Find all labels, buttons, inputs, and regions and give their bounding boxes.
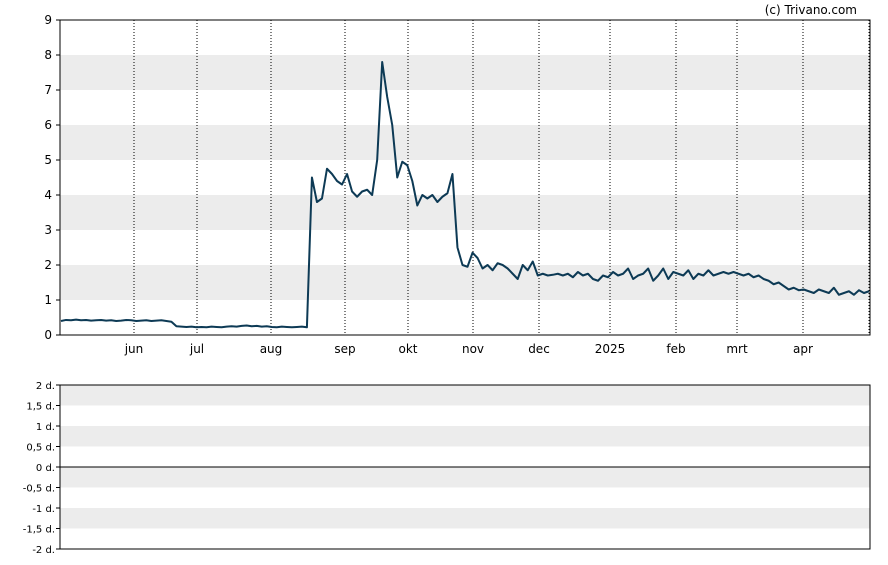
x-tick-label: dec bbox=[528, 342, 550, 356]
y-tick-label: 9 bbox=[44, 13, 52, 27]
chart-root: (c) Trivano.com jun jul aug sep okt nov dec 2025… bbox=[0, 0, 888, 565]
y-tick-label: 2 d. bbox=[36, 381, 55, 392]
y-tick-label: -1,5 d. bbox=[23, 525, 55, 536]
y-tick-label: 3 bbox=[44, 223, 52, 237]
grid-band bbox=[60, 426, 870, 447]
x-tick-label: okt bbox=[399, 342, 418, 356]
y-tick-label: 1 d. bbox=[36, 422, 55, 433]
x-tick-label: mrt bbox=[726, 342, 748, 356]
y-tick-label: 0 d. bbox=[36, 463, 55, 474]
y-tick-label: 0 bbox=[44, 328, 52, 342]
price-chart: (c) Trivano.com jun jul aug sep okt nov dec 2025… bbox=[23, 3, 871, 556]
grid-band bbox=[60, 55, 870, 90]
x-tick-label: apr bbox=[793, 342, 813, 356]
y-tick-label: -2 d. bbox=[32, 545, 55, 556]
grid-band bbox=[60, 265, 870, 300]
y-tick-label: 6 bbox=[44, 118, 52, 132]
grid-band bbox=[60, 125, 870, 160]
y-tick-label: 1 bbox=[44, 293, 52, 307]
x-tick-label: feb bbox=[666, 342, 685, 356]
y-tick-label: 0,5 d. bbox=[26, 443, 55, 454]
x-tick-label: aug bbox=[260, 342, 283, 356]
y-tick-label: 1,5 d. bbox=[26, 402, 55, 413]
x-tick-label: 2025 bbox=[595, 342, 626, 356]
x-tick-label: jul bbox=[189, 342, 204, 356]
y-tick-label: 4 bbox=[44, 188, 52, 202]
x-tick-label: nov bbox=[462, 342, 484, 356]
y-tick-label: -1 d. bbox=[32, 504, 55, 515]
y-tick-label: 2 bbox=[44, 258, 52, 272]
x-tick-label: sep bbox=[334, 342, 355, 356]
grid-band bbox=[60, 195, 870, 230]
grid-band bbox=[60, 508, 870, 529]
y-tick-label: 7 bbox=[44, 83, 52, 97]
y-tick-label: -0,5 d. bbox=[23, 484, 55, 495]
y-tick-label: 5 bbox=[44, 153, 52, 167]
credit-label: (c) Trivano.com bbox=[765, 3, 857, 17]
x-tick-label: jun bbox=[124, 342, 144, 356]
grid-band bbox=[60, 467, 870, 488]
y-tick-label: 8 bbox=[44, 48, 52, 62]
grid-band bbox=[60, 385, 870, 406]
